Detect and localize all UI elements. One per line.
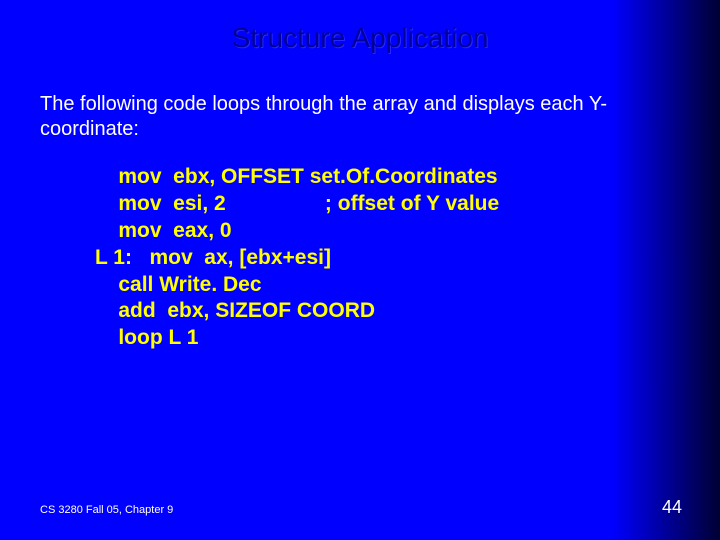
code-block: mov ebx, OFFSET set.Of.Coordinates mov e… [0,142,720,352]
page-number: 44 [662,497,682,518]
footer-course: CS 3280 Fall 05, Chapter 9 [40,504,173,516]
description-text: The following code loops through the arr… [0,54,720,142]
page-title: Structure Application [0,0,720,54]
